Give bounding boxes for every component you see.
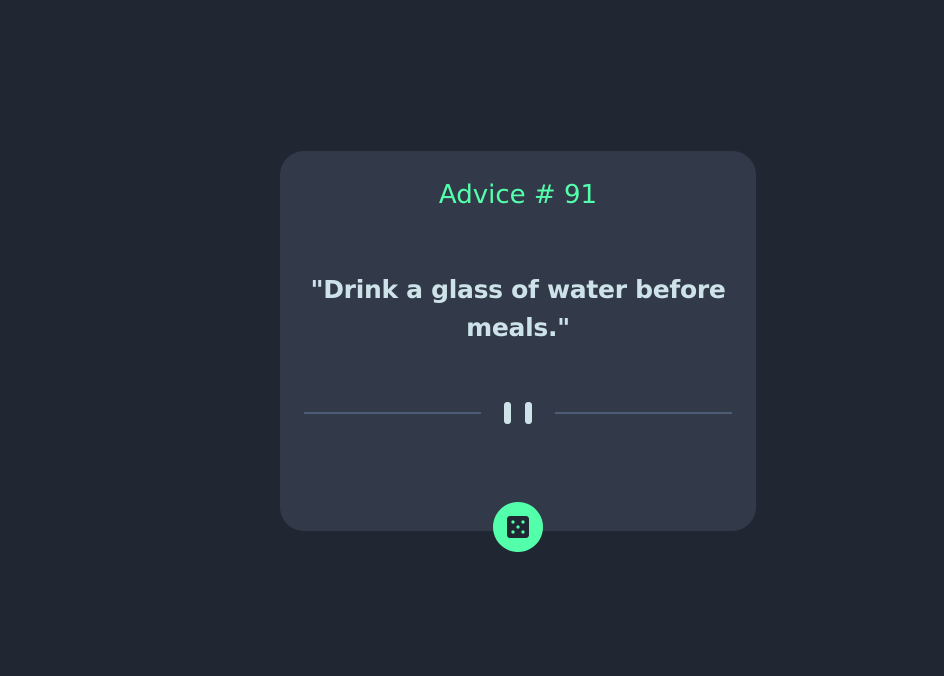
dice-icon [507, 516, 529, 538]
pause-bar-right [525, 402, 532, 424]
divider-line-left [304, 412, 481, 414]
advice-heading: Advice # 91 [438, 180, 598, 210]
divider [304, 400, 732, 426]
generate-advice-button[interactable] [493, 502, 543, 552]
pause-bar-left [504, 402, 511, 424]
advice-card: Advice # 91 "Drink a glass of water befo… [280, 151, 756, 531]
pause-icon [504, 400, 532, 426]
divider-line-right [555, 412, 732, 414]
advice-quote: "Drink a glass of water before meals." [310, 275, 726, 342]
